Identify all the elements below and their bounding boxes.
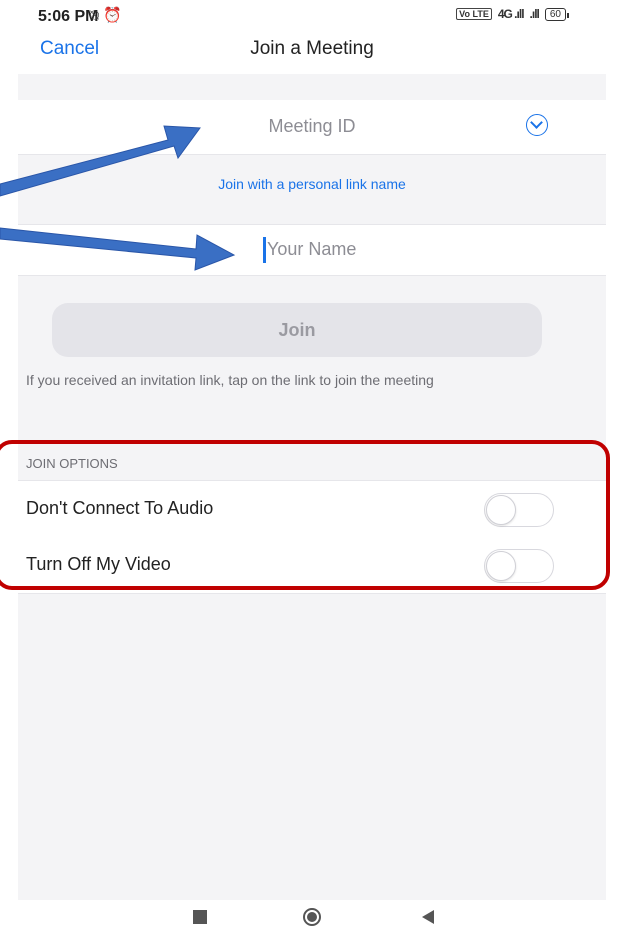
system-navigation-bar	[18, 900, 606, 938]
back-icon[interactable]	[422, 910, 434, 924]
arrow-to-your-name	[0, 227, 236, 271]
annotation-arrows	[0, 125, 236, 271]
recents-icon[interactable]	[193, 910, 207, 924]
home-icon[interactable]	[303, 908, 321, 926]
arrow-to-meeting-id	[0, 125, 201, 197]
